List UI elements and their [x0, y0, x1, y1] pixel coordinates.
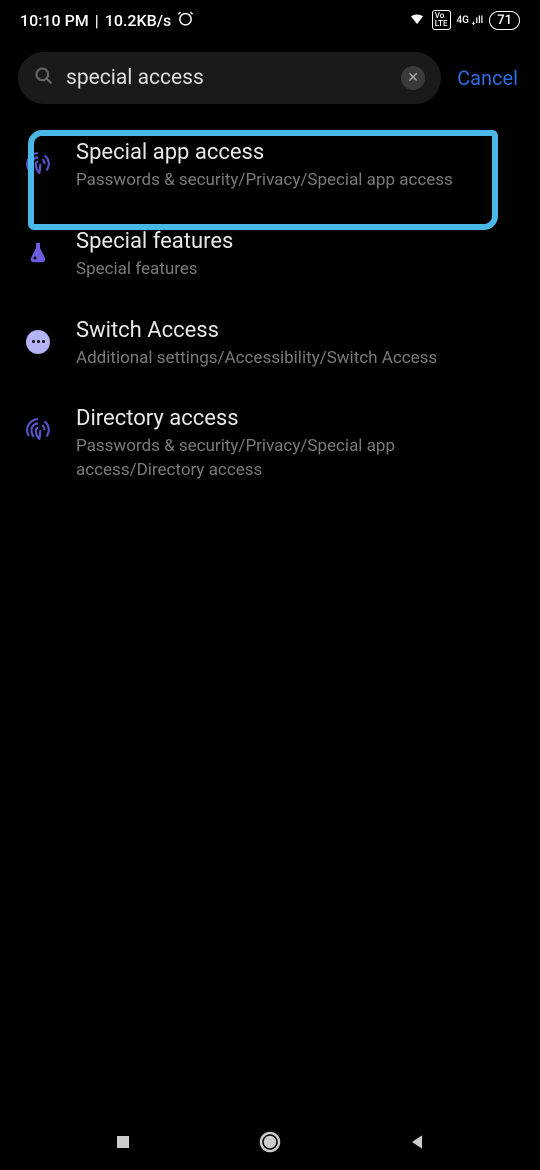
wifi-icon — [408, 9, 426, 31]
status-speed: 10.2KB/s — [105, 11, 171, 30]
navigation-bar — [0, 1114, 540, 1170]
result-path: Passwords & security/Privacy/Special app… — [76, 169, 516, 193]
fingerprint-icon — [20, 412, 56, 448]
result-path: Special features — [76, 258, 516, 282]
clear-icon[interactable]: ✕ — [401, 66, 425, 90]
result-text: Special app access Passwords & security/… — [76, 140, 516, 193]
result-title: Switch Access — [76, 318, 516, 343]
result-path: Additional settings/Accessibility/Switch… — [76, 347, 516, 371]
home-button[interactable] — [258, 1130, 282, 1154]
recents-button[interactable] — [111, 1130, 135, 1154]
status-bar: 10:10 PM | 10.2KB/s VoLTE 4G ₊ıll 71 — [0, 0, 540, 40]
battery-indicator: 71 — [489, 11, 520, 30]
search-icon — [34, 66, 54, 90]
search-input[interactable] — [66, 66, 389, 90]
status-right: VoLTE 4G ₊ıll 71 — [408, 9, 520, 31]
result-title: Directory access — [76, 406, 516, 431]
search-box[interactable]: ✕ — [18, 52, 441, 104]
result-text: Special features Special features — [76, 229, 516, 282]
flask-icon — [20, 235, 56, 271]
volte-icon: VoLTE — [432, 10, 451, 30]
result-item-directory-access[interactable]: Directory access Passwords & security/Pr… — [0, 390, 540, 503]
result-text: Switch Access Additional settings/Access… — [76, 318, 516, 371]
results-list: Special app access Passwords & security/… — [0, 116, 540, 511]
result-title: Special features — [76, 229, 516, 254]
signal-icon: 4G ₊ıll — [457, 15, 484, 26]
status-left: 10:10 PM | 10.2KB/s — [20, 10, 194, 31]
fingerprint-icon — [20, 146, 56, 182]
result-text: Directory access Passwords & security/Pr… — [76, 406, 516, 483]
more-dots-icon — [20, 324, 56, 360]
back-button[interactable] — [405, 1130, 429, 1154]
result-path: Passwords & security/Privacy/Special app… — [76, 435, 516, 483]
search-row: ✕ Cancel — [0, 40, 540, 116]
result-item-special-features[interactable]: Special features Special features — [0, 213, 540, 302]
alarm-icon — [177, 10, 194, 31]
result-item-switch-access[interactable]: Switch Access Additional settings/Access… — [0, 302, 540, 391]
result-title: Special app access — [76, 140, 516, 165]
status-divider: | — [95, 11, 99, 30]
cancel-button[interactable]: Cancel — [453, 66, 522, 90]
status-time: 10:10 PM — [20, 11, 89, 30]
result-item-special-app-access[interactable]: Special app access Passwords & security/… — [0, 124, 540, 213]
